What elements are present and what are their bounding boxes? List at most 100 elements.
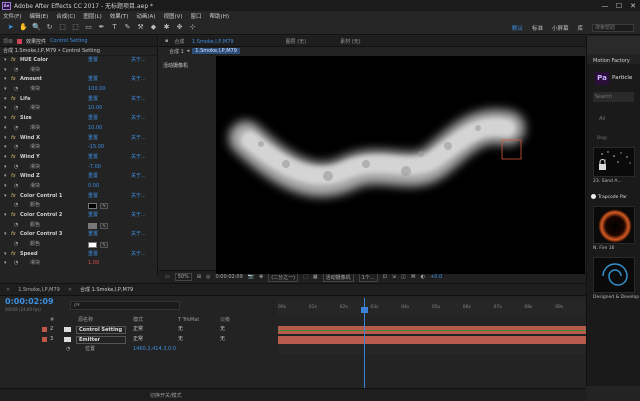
- about-button[interactable]: 关于...: [131, 230, 146, 240]
- reset-button[interactable]: 重置: [88, 211, 98, 221]
- layer-trkmat-dropdown[interactable]: 无: [178, 335, 183, 344]
- fx-toggle-icon[interactable]: fx: [11, 153, 16, 163]
- comp-nav-item-active[interactable]: 1.Smoke,I,P,M79: [192, 48, 240, 54]
- fx-toggle-icon[interactable]: fx: [11, 75, 16, 85]
- param-value[interactable]: 0.00: [88, 182, 99, 192]
- layer-duration-bar[interactable]: [278, 336, 586, 344]
- twirl-icon[interactable]: ▾: [4, 114, 7, 124]
- reset-button[interactable]: 重置: [88, 95, 98, 105]
- exposure-icon[interactable]: ◐: [421, 274, 425, 280]
- workspace-libraries[interactable]: 库: [577, 24, 583, 32]
- menu-edit[interactable]: 编辑(E): [29, 12, 48, 20]
- twirl-icon[interactable]: ▾: [4, 259, 7, 269]
- grid-icon[interactable]: ⊞: [197, 274, 201, 280]
- transparency-grid-icon[interactable]: ▦: [313, 274, 318, 280]
- twirl-icon[interactable]: ▾: [4, 250, 7, 260]
- puppet-pin-tool-icon[interactable]: ✥: [175, 23, 184, 32]
- fx-toggle-icon[interactable]: fx: [11, 95, 16, 105]
- fx-toggle-icon[interactable]: fx: [11, 56, 16, 66]
- effect-param-row[interactable]: ▾ ◔ 滑块 -15.00: [0, 143, 157, 153]
- layer-row[interactable]: 2 Control Setting 正常 无 无: [0, 325, 277, 334]
- tab-timeline-2[interactable]: 合成 1.Smoke,I,P,M79: [80, 286, 133, 293]
- lock-icon[interactable]: [17, 38, 23, 44]
- text-tool-icon[interactable]: T: [110, 23, 119, 32]
- twirl-icon[interactable]: ▾: [4, 85, 7, 95]
- effect-row[interactable]: ▾ fx HUE Color 重置 关于...: [0, 56, 157, 66]
- menu-composition[interactable]: 合成(C): [56, 12, 75, 20]
- about-button[interactable]: 关于...: [131, 172, 146, 182]
- effect-param-row[interactable]: ▾ ◔ 滑块 0.00: [0, 182, 157, 192]
- eyedropper-icon[interactable]: ✎: [100, 203, 108, 210]
- about-button[interactable]: 关于...: [131, 211, 146, 221]
- reset-button[interactable]: 重置: [88, 250, 98, 260]
- toggle-icon[interactable]: ⊡: [383, 274, 387, 280]
- stopwatch-icon[interactable]: ◔: [14, 259, 18, 269]
- effect-row[interactable]: ▾ fx Wind Y 重置 关于...: [0, 153, 157, 163]
- menu-animation[interactable]: 动画(A): [136, 12, 155, 20]
- timeline-timecode[interactable]: 0:00:02:09: [5, 297, 54, 306]
- twirl-icon[interactable]: ▾: [4, 163, 7, 173]
- layer-mode-dropdown[interactable]: 正常: [133, 325, 143, 334]
- twirl-icon[interactable]: ▾: [4, 66, 7, 76]
- layer-name[interactable]: Emitter: [76, 335, 126, 344]
- label-color[interactable]: [42, 337, 47, 342]
- begin-button[interactable]: Begi: [597, 136, 640, 141]
- effect-param-row[interactable]: ◔ 颜色 ✎: [0, 221, 157, 231]
- pen-tool-icon[interactable]: ✒: [97, 23, 106, 32]
- effect-param-row[interactable]: ▾ ◔ 滑块 10.00: [0, 104, 157, 114]
- twirl-icon[interactable]: ▾: [4, 172, 7, 182]
- effect-param-row[interactable]: ◔ 颜色 ✎: [0, 240, 157, 250]
- lock-icon[interactable]: ▪: [165, 38, 168, 44]
- close-button[interactable]: ✕: [626, 2, 640, 10]
- toggle-modes-label[interactable]: 切换开关/模式: [150, 392, 182, 399]
- fx-toggle-icon[interactable]: fx: [11, 230, 16, 240]
- effect-param-row[interactable]: ▾ ◔ 滑块 1.00: [0, 259, 157, 269]
- camera-tool-icon[interactable]: ⬚: [58, 23, 67, 32]
- stopwatch-icon[interactable]: ◔: [14, 104, 18, 114]
- menu-layer[interactable]: 图层(L): [83, 12, 101, 20]
- param-value[interactable]: -7.00: [88, 163, 101, 173]
- twirl-icon[interactable]: ▾: [4, 104, 7, 114]
- reset-button[interactable]: 重置: [88, 134, 98, 144]
- color-swatch[interactable]: [88, 222, 97, 229]
- about-button[interactable]: 关于...: [131, 95, 146, 105]
- eyedropper-icon[interactable]: ✎: [100, 222, 108, 229]
- layer-parent-dropdown[interactable]: 无: [220, 325, 225, 334]
- about-button[interactable]: 关于...: [131, 134, 146, 144]
- twirl-icon[interactable]: ▾: [4, 182, 7, 192]
- stopwatch-icon[interactable]: ◔: [14, 85, 18, 95]
- fast-preview-icon[interactable]: ⇲: [392, 274, 396, 280]
- stopwatch-icon[interactable]: ◔: [14, 124, 18, 134]
- menu-help[interactable]: 帮助(H): [210, 12, 229, 20]
- mask-icon[interactable]: ◎: [206, 274, 210, 280]
- composition-viewer[interactable]: [216, 56, 585, 274]
- stopwatch-icon[interactable]: ◔: [14, 143, 18, 153]
- tab-timeline-1[interactable]: 1.Smoke,I,P,M79: [18, 287, 60, 293]
- stopwatch-icon[interactable]: ◔: [14, 240, 18, 250]
- preset-thumbnail[interactable]: [593, 147, 635, 177]
- layer-mode-dropdown[interactable]: 正常: [133, 335, 143, 344]
- zoom-tool-icon[interactable]: 🔍: [32, 23, 41, 32]
- param-value[interactable]: 1.00: [88, 259, 99, 269]
- effect-row[interactable]: ▾ fx Color Control 2 重置 关于...: [0, 211, 157, 221]
- workspace-default[interactable]: 默认: [512, 24, 523, 32]
- effect-row[interactable]: ▾ fx Life 重置 关于...: [0, 95, 157, 105]
- timeline-icon[interactable]: ◫: [401, 274, 406, 280]
- pan-behind-tool-icon[interactable]: ⬚: [71, 23, 80, 32]
- filter-button[interactable]: Ali: [599, 116, 640, 122]
- fx-toggle-icon[interactable]: fx: [11, 172, 16, 182]
- tab-composition[interactable]: 合成 1.Smoke,I,P,M79: [174, 38, 239, 45]
- timeline-search-input[interactable]: ρ▾: [70, 301, 180, 310]
- label-color[interactable]: [42, 327, 47, 332]
- workspace-standard[interactable]: 标准: [532, 24, 543, 32]
- close-icon[interactable]: ✕: [6, 287, 10, 293]
- layer-row[interactable]: 3 Emitter 正常 无 无: [0, 335, 277, 344]
- hand-tool-icon[interactable]: ✋: [19, 23, 28, 32]
- reset-button[interactable]: 重置: [88, 172, 98, 182]
- about-button[interactable]: 关于...: [131, 114, 146, 124]
- reset-button[interactable]: 重置: [88, 192, 98, 202]
- channel-icon[interactable]: ✤: [259, 274, 263, 280]
- flowchart-icon[interactable]: ⌘: [411, 274, 416, 280]
- eyedropper-icon[interactable]: ✎: [100, 242, 108, 249]
- twirl-icon[interactable]: ▾: [4, 95, 7, 105]
